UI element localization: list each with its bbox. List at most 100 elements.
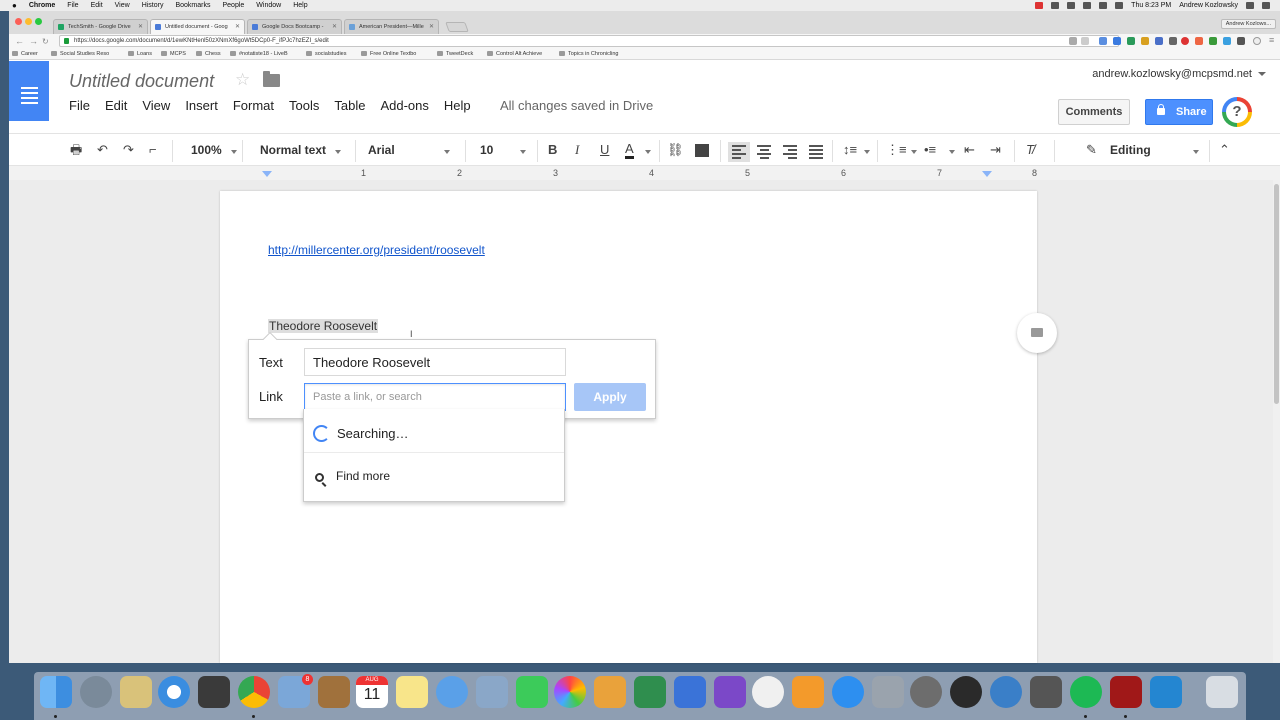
align-right-icon[interactable] (783, 145, 797, 161)
find-more-option[interactable]: Find more (304, 455, 564, 499)
save-status[interactable]: All changes saved in Drive (500, 98, 653, 113)
bookmark-socialstudies[interactable]: socialstudies (306, 51, 347, 57)
menu-edit[interactable]: Edit (91, 2, 103, 9)
left-indent-marker[interactable] (262, 171, 272, 177)
bold-button[interactable]: B (548, 142, 557, 158)
messages-icon[interactable] (436, 676, 468, 708)
close-tab-icon[interactable]: ✕ (235, 23, 240, 30)
extension-icon[interactable] (1127, 37, 1135, 45)
extension-icon[interactable] (1099, 37, 1107, 45)
account-email[interactable]: andrew.kozlowsky@mcpsmd.net (1092, 68, 1252, 80)
docs-logo-icon[interactable] (9, 61, 49, 121)
bookmark-mcps[interactable]: MCPS (161, 51, 186, 57)
collapse-menu-icon[interactable]: ⌃ (1219, 142, 1230, 158)
spotify-icon[interactable] (1070, 676, 1102, 708)
paragraph-style-select[interactable]: Normal text (260, 142, 326, 158)
link-url-input[interactable] (304, 383, 566, 411)
notification-center-icon[interactable] (1262, 2, 1270, 9)
menu-window[interactable]: Window (256, 2, 281, 9)
print-icon[interactable]: 🖶 (70, 142, 82, 158)
menu-help[interactable]: Help (444, 98, 471, 113)
utilities-icon[interactable] (872, 676, 904, 708)
browser-tab[interactable]: Google Docs Bootcamp - ✕ (247, 19, 342, 34)
menu-user[interactable]: Andrew Kozlowsky (1179, 2, 1238, 9)
snagit-icon[interactable] (1150, 676, 1182, 708)
menu-people[interactable]: People (222, 2, 244, 9)
menu-file[interactable]: File (69, 98, 90, 113)
scrollbar-thumb[interactable] (1274, 184, 1279, 404)
italic-button[interactable]: I (575, 142, 579, 158)
add-comment-button[interactable] (1017, 313, 1057, 353)
preview-icon[interactable] (476, 676, 508, 708)
browser-tab[interactable]: American President—Mille ✕ (344, 19, 439, 34)
text-color-button[interactable]: A (625, 142, 634, 159)
volume-icon[interactable] (1099, 2, 1108, 9)
bookmark-social-studies[interactable]: Social Studies Reso (51, 51, 109, 57)
menu-view[interactable]: View (115, 2, 130, 9)
extension-icon[interactable] (1209, 37, 1217, 45)
close-tab-icon[interactable]: ✕ (429, 23, 434, 30)
close-window-button[interactable] (15, 18, 22, 25)
extension-icon[interactable] (1237, 37, 1245, 45)
vertical-scrollbar[interactable] (1273, 180, 1280, 663)
status-app-icon[interactable] (1067, 2, 1076, 9)
ibooks-icon[interactable] (792, 676, 824, 708)
line-spacing-icon[interactable]: ↕≡ (843, 142, 857, 158)
photos-icon[interactable] (554, 676, 586, 708)
spotlight-icon[interactable] (1246, 2, 1254, 9)
insert-link-icon[interactable]: ⛓ (667, 142, 684, 158)
document-title[interactable]: Untitled document (69, 71, 214, 92)
insert-comment-icon[interactable] (695, 144, 709, 157)
extension-icon[interactable] (1169, 37, 1177, 45)
app-store-icon[interactable] (832, 676, 864, 708)
notes-icon[interactable] (396, 676, 428, 708)
launchpad-icon[interactable] (80, 676, 112, 708)
share-button[interactable]: Share (1145, 99, 1213, 125)
minimize-window-button[interactable] (25, 18, 32, 25)
clear-formatting-icon[interactable]: T̸ (1026, 142, 1034, 158)
ruler[interactable]: 1 2 3 4 5 6 7 8 (9, 166, 1280, 180)
browser-tab-active[interactable]: Untitled document - Goog ✕ (150, 19, 245, 34)
quicktime-icon[interactable] (950, 676, 982, 708)
close-tab-icon[interactable]: ✕ (138, 23, 143, 30)
font-select[interactable]: Arial (368, 142, 395, 158)
chrome-menu-icon[interactable]: ≡ (1269, 35, 1274, 45)
status-app-icon[interactable] (1051, 2, 1060, 9)
menu-help[interactable]: Help (293, 2, 307, 9)
comments-button[interactable]: Comments (1058, 99, 1130, 125)
bookmark-control-alt-achieve[interactable]: Control Alt Achieve (487, 51, 542, 57)
redo-icon[interactable]: ↷ (123, 142, 134, 158)
pages-icon[interactable] (594, 676, 626, 708)
star-icon[interactable]: ☆ (235, 70, 250, 90)
apply-button[interactable]: Apply (574, 383, 646, 411)
search-icon[interactable] (1069, 37, 1077, 45)
new-tab-button[interactable] (445, 22, 469, 32)
acrobat-icon[interactable] (1110, 676, 1142, 708)
numbers-icon[interactable] (634, 676, 666, 708)
link-text-input[interactable] (304, 348, 566, 376)
forward-icon[interactable]: → (29, 36, 38, 46)
imovie-icon[interactable] (714, 676, 746, 708)
facetime-icon[interactable] (516, 676, 548, 708)
right-indent-marker[interactable] (982, 171, 992, 177)
extension-icon[interactable] (1141, 37, 1149, 45)
system-preferences-icon[interactable] (910, 676, 942, 708)
extension-icon[interactable] (1155, 37, 1163, 45)
bookmark-career[interactable]: Career (12, 51, 38, 57)
browser-tab[interactable]: TechSmith - Google Drive ✕ (53, 19, 148, 34)
underline-button[interactable]: U (600, 142, 609, 158)
menu-tools[interactable]: Tools (289, 98, 319, 113)
menu-format[interactable]: Format (233, 98, 274, 113)
mail-icon[interactable]: 8 (278, 674, 313, 708)
wifi-icon[interactable] (1083, 2, 1092, 9)
menu-edit[interactable]: Edit (105, 98, 127, 113)
apple-menu-icon[interactable]: ● (12, 1, 17, 10)
itunes-icon[interactable] (752, 676, 784, 708)
bookmark-notatiste[interactable]: #notatiste18 - LiveB (230, 51, 288, 57)
chrome-icon[interactable] (238, 676, 270, 708)
back-icon[interactable]: ← (15, 36, 24, 46)
editing-mode-select[interactable]: Editing (1110, 142, 1151, 158)
paint-format-icon[interactable]: ⌐ (149, 142, 157, 158)
bookmark-chronicling[interactable]: Topics in Chronicling (559, 51, 618, 57)
contacts-icon[interactable] (318, 676, 350, 708)
